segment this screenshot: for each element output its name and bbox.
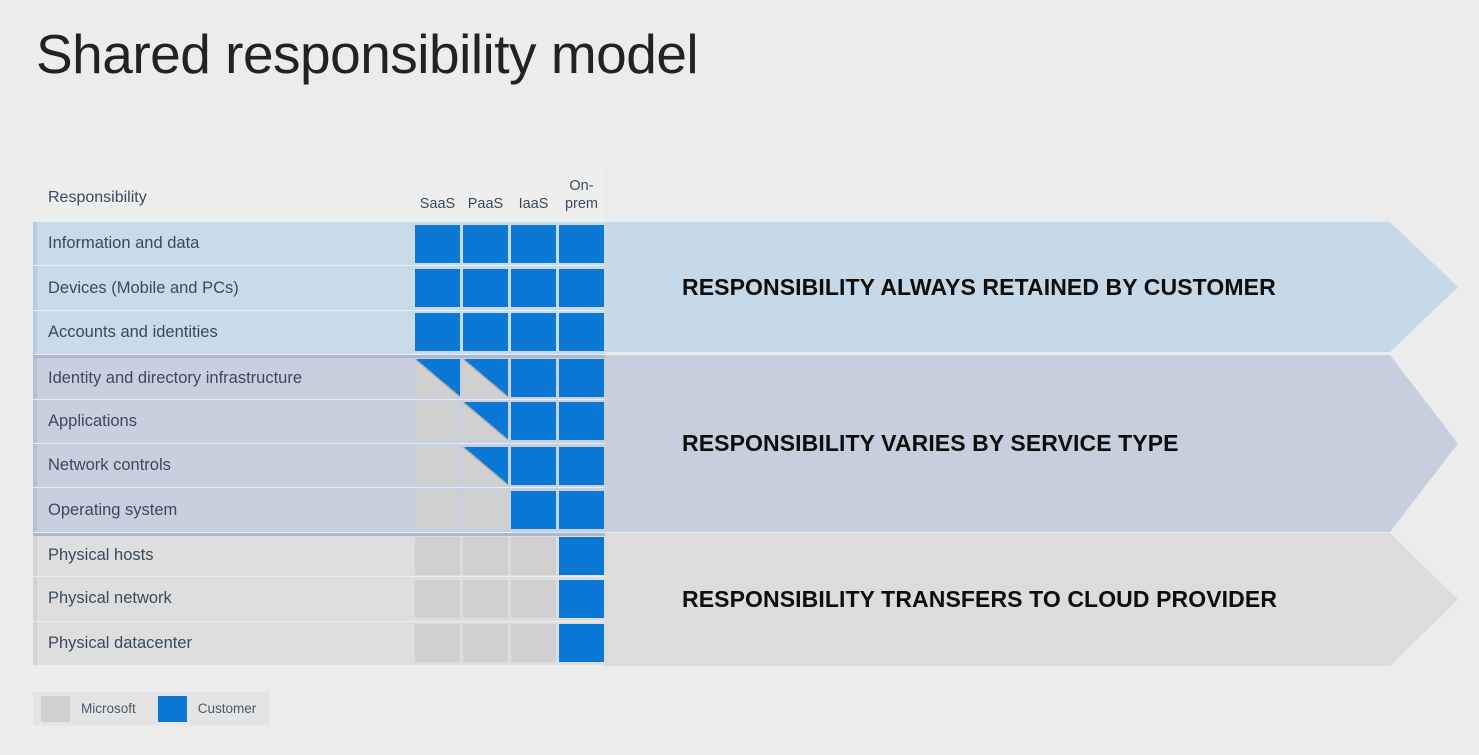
responsibility-table: Responsibility SaaS PaaS IaaS On-prem In… [33,162,605,666]
cell-customer-onprem [559,359,604,398]
legend-swatch-microsoft-icon [41,695,70,722]
page-title: Shared responsibility model [36,23,699,85]
cell-customer-iaas [511,446,556,485]
cell-customer-paas [463,269,508,308]
cell-shared-saas [415,359,460,398]
cell-microsoft-paas [463,579,508,618]
cell-customer-onprem [559,313,604,352]
table-row: Network controls [33,443,605,489]
column-header-saas: SaaS [419,196,456,212]
cell-customer-onprem [559,579,604,618]
cell-customer-iaas [511,269,556,308]
row-cells [415,359,605,398]
row-label: Network controls [48,456,171,475]
cell-customer-onprem [559,536,604,575]
row-cells [415,491,605,530]
row-label: Physical datacenter [48,633,192,652]
slide-canvas: Shared responsibility model RESPONSIBILI… [0,0,1479,755]
row-cells [415,402,605,441]
cell-microsoft-iaas [511,579,556,618]
table-row: Physical datacenter [33,621,605,666]
cell-customer-iaas [511,224,556,263]
cell-customer-onprem [559,269,604,308]
column-header-iaas: IaaS [518,196,549,212]
cell-customer-iaas [511,402,556,441]
column-header-paas: PaaS [467,196,504,212]
cell-customer-onprem [559,402,604,441]
row-cells [415,269,605,308]
row-cells [415,446,605,485]
table-header-row: Responsibility SaaS PaaS IaaS On-prem [33,162,605,222]
legend-item-microsoft: Microsoft [41,695,136,722]
cell-microsoft-saas [415,446,460,485]
cell-microsoft-saas [415,402,460,441]
banner-label: RESPONSIBILITY VARIES BY SERVICE TYPE [682,430,1179,456]
cell-microsoft-iaas [511,536,556,575]
column-header-onprem-line2: prem [564,196,599,212]
cell-customer-paas [463,313,508,352]
cell-microsoft-saas [415,579,460,618]
table-row: Accounts and identities [33,310,605,356]
cell-customer-onprem [559,446,604,485]
cell-customer-saas [415,313,460,352]
cell-microsoft-paas [463,624,508,663]
cell-microsoft-saas [415,536,460,575]
cell-customer-paas [463,224,508,263]
row-label: Accounts and identities [48,322,218,341]
cell-shared-paas [463,359,508,398]
cell-customer-iaas [511,491,556,530]
legend-swatch-customer-icon [157,695,187,722]
cell-customer-onprem [559,491,604,530]
column-header-responsibility: Responsibility [48,189,147,206]
table-row: Information and data [33,222,605,267]
column-header-group: SaaS PaaS IaaS On-prem [415,177,605,222]
table-row: Applications [33,399,605,444]
cell-microsoft-iaas [511,624,556,663]
column-header-onprem: On-prem [559,177,604,213]
cell-shared-paas [463,402,508,441]
cell-customer-onprem [559,624,604,663]
cell-customer-onprem [559,224,604,263]
row-label: Devices (Mobile and PCs) [48,278,239,297]
table-row: Physical network [33,577,605,622]
row-label: Information and data [48,234,200,253]
cell-microsoft-saas [415,624,460,663]
row-cells [415,624,605,663]
legend: Microsoft Customer [33,692,271,725]
table-body: Information and data Devices (Mobile and … [33,222,605,666]
column-header-onprem-line1: On- [569,178,594,194]
row-cells [415,536,605,575]
cell-customer-saas [415,224,460,263]
row-label: Physical hosts [48,546,154,565]
row-label: Applications [48,411,137,430]
cell-shared-paas [463,446,508,485]
table-row: Devices (Mobile and PCs) [33,266,605,311]
row-cells [415,313,605,352]
cell-microsoft-paas [463,491,508,530]
legend-label-microsoft: Microsoft [81,701,136,716]
row-cells [415,224,605,263]
cell-customer-iaas [511,313,556,352]
row-label: Physical network [48,589,172,608]
banner-label: RESPONSIBILITY TRANSFERS TO CLOUD PROVID… [682,586,1278,612]
row-label: Identity and directory infrastructure [48,368,303,387]
table-row: Identity and directory infrastructure [33,355,605,400]
cell-customer-iaas [511,359,556,398]
cell-microsoft-paas [463,536,508,575]
legend-item-customer: Customer [157,695,257,722]
row-cells [415,579,605,618]
cell-customer-saas [415,269,460,308]
table-row: Operating system [33,488,605,533]
row-label: Operating system [48,500,178,519]
table-row: Physical hosts [33,532,605,578]
banner-label: RESPONSIBILITY ALWAYS RETAINED BY CUSTOM… [682,273,1276,300]
legend-label-customer: Customer [197,701,257,716]
cell-microsoft-saas [415,491,460,530]
